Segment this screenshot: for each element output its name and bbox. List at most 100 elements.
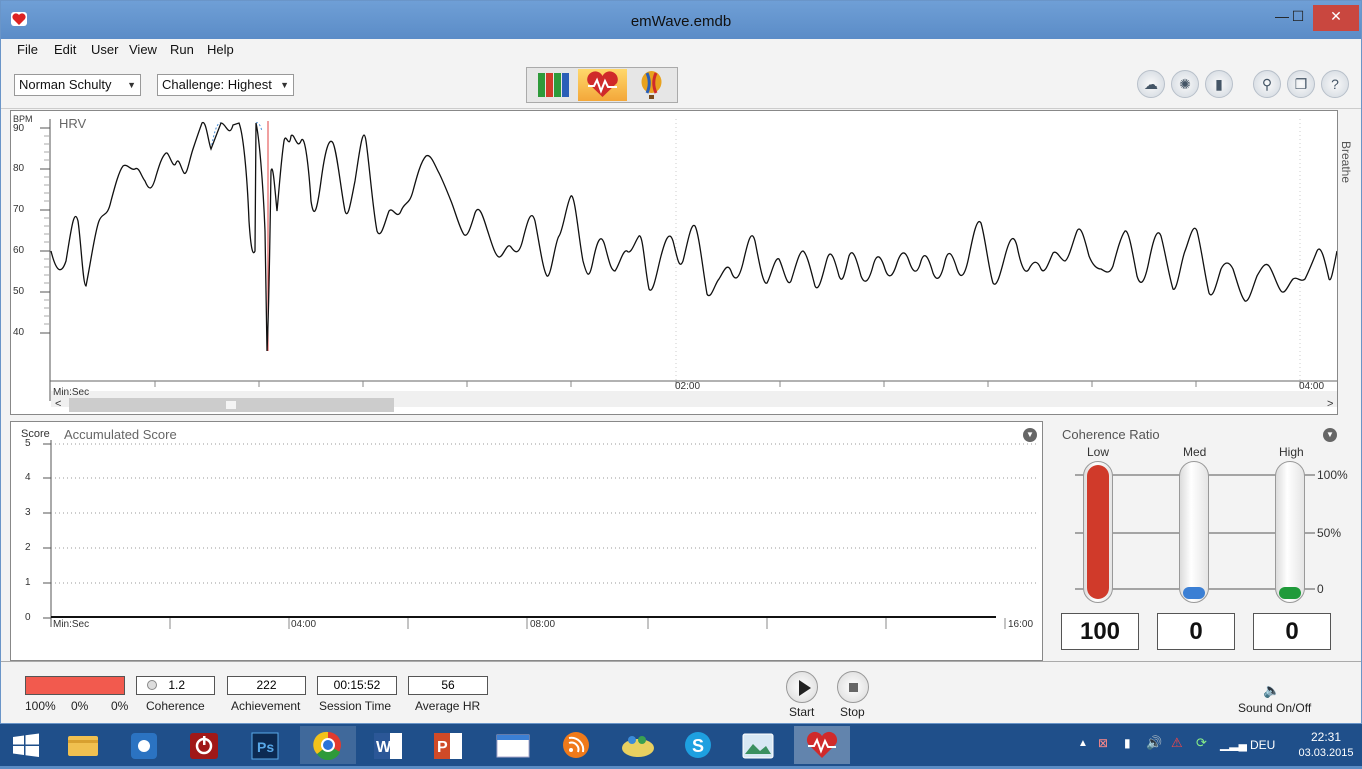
pct-low: 100% [25, 699, 56, 713]
med-tube-fill [1183, 587, 1205, 599]
hrv-xtick: 02:00 [675, 381, 701, 392]
scroll-right-icon[interactable]: > [1327, 398, 1333, 410]
coherence-dot-icon [147, 680, 157, 690]
tray-language[interactable]: DEU [1250, 738, 1275, 752]
menu-file[interactable]: File [17, 42, 38, 57]
tray-app-icon[interactable]: ⊠ [1098, 736, 1108, 750]
balloon-game-button[interactable] [627, 69, 676, 101]
close-button[interactable]: ✕ [1313, 5, 1359, 31]
file-explorer-icon[interactable] [56, 726, 112, 764]
coherence-value: 1.2 [168, 678, 186, 692]
chevron-down-icon: ▼ [280, 80, 289, 90]
achievement-value: 222 [227, 676, 306, 695]
menu-bar: File Edit User View Run Help [1, 39, 1361, 61]
pct-med: 0% [71, 699, 89, 713]
score-panel: Score Accumulated Score ▼ 5 4 3 2 1 0 Mi… [10, 421, 1043, 661]
taskbar: Ps W P S ▲ ⊠ ▮ 🔊 ⚠ ⟳ ▁▂▄ DEU 22:31 03.03… [0, 724, 1362, 766]
challenge-select[interactable]: Challenge: Highest ▼ [157, 74, 294, 96]
score-xtick: 16:00 [1008, 619, 1034, 630]
stop-button[interactable] [837, 671, 869, 703]
start-label: Start [789, 705, 815, 719]
tray-time: 22:31 [1310, 730, 1342, 744]
balloon-icon [641, 71, 662, 99]
challenge-select-value: Challenge: Highest [162, 77, 272, 92]
app-window: emWave.emdb — ☐ ✕ File Edit User View Ru… [0, 0, 1362, 724]
tray-volume-icon[interactable]: 🔊 [1146, 735, 1162, 751]
chrome-icon[interactable] [300, 726, 356, 764]
bar-chart-icon [538, 73, 569, 97]
tray-power-icon[interactable]: ▮ [1124, 736, 1131, 750]
coherence-label: Coherence [146, 699, 205, 713]
breathe-tab[interactable]: Breathe [1339, 141, 1353, 183]
status-bar: 100% 0% 0% 1.2 Coherence 222 Achievement… [1, 661, 1361, 723]
rss-reader-icon[interactable] [548, 726, 604, 764]
cloud-icon[interactable]: ☁ [1137, 70, 1165, 98]
session-time-value: 00:15:52 [317, 676, 397, 695]
scale-50: 50% [1317, 526, 1342, 540]
menu-help[interactable]: Help [207, 42, 234, 57]
word-icon[interactable]: W [360, 726, 416, 764]
tray-sync-icon[interactable]: ⟳ [1196, 735, 1207, 751]
low-tube [1083, 461, 1113, 603]
book-icon[interactable]: ❐ [1287, 70, 1315, 98]
emwave-taskbar-icon[interactable] [794, 726, 850, 764]
start-button[interactable] [786, 671, 818, 703]
settings-icon[interactable]: ✺ [1171, 70, 1199, 98]
hrv-xlabel: Min:Sec [53, 387, 90, 398]
menu-user[interactable]: User [91, 42, 118, 57]
hrv-mode-button[interactable] [578, 69, 627, 101]
skype-icon[interactable]: S [670, 726, 726, 764]
photo-viewer-icon[interactable] [730, 726, 786, 764]
window-title: emWave.emdb [630, 13, 732, 30]
hrv-panel: BPM HRV 90 80 70 60 50 40 Min:Sec 02:00 … [10, 110, 1353, 415]
stop-label: Stop [840, 705, 865, 719]
journal-icon[interactable]: ▮ [1205, 70, 1233, 98]
med-tube [1179, 461, 1209, 603]
tray-expand-icon[interactable]: ▲ [1078, 738, 1088, 749]
high-tube-fill [1279, 587, 1301, 599]
heart-wave-icon [587, 71, 618, 97]
windows-start-icon[interactable] [0, 726, 56, 764]
help-icon[interactable]: ? [1321, 70, 1349, 98]
bar-chart-mode-button[interactable] [529, 69, 578, 101]
scroll-left-icon[interactable]: < [55, 398, 61, 410]
scale-100: 100% [1317, 468, 1348, 482]
coherence-box: 1.2 [136, 676, 215, 695]
title-bar: emWave.emdb — ☐ ✕ [1, 1, 1361, 39]
menu-view[interactable]: View [129, 42, 157, 57]
powerpoint-icon[interactable]: P [420, 726, 476, 764]
pct-high: 0% [111, 699, 129, 713]
tray-network-icon[interactable]: ▁▂▄ [1220, 737, 1247, 751]
play-icon [799, 680, 811, 696]
chevron-down-icon: ▼ [127, 80, 136, 90]
svg-text:W: W [376, 739, 392, 756]
low-tube-fill [1087, 465, 1109, 599]
photoshop-icon[interactable]: Ps [238, 726, 294, 764]
high-tube [1275, 461, 1305, 603]
user-select-value: Norman Schulty [19, 77, 112, 92]
svg-text:Ps: Ps [257, 739, 274, 755]
hrv-chart [40, 119, 1337, 412]
people-app-icon[interactable] [610, 726, 666, 764]
average-hr-value: 56 [408, 676, 488, 695]
coherence-level-bar [25, 676, 125, 695]
tray-clock[interactable]: 22:31 03.03.2015 [1296, 730, 1356, 759]
med-value: 0 [1157, 613, 1235, 650]
tray-acrobat-icon[interactable]: ⚠ [1171, 735, 1183, 751]
window-app-icon[interactable] [484, 726, 540, 764]
score-chart [43, 440, 1037, 629]
sound-label[interactable]: Sound On/Off [1238, 701, 1311, 715]
achievement-label: Achievement [231, 699, 301, 713]
power-app-icon[interactable] [178, 726, 234, 764]
search-icon[interactable]: ⚲ [1253, 70, 1281, 98]
menu-edit[interactable]: Edit [54, 42, 76, 57]
control-panel-icon[interactable] [118, 726, 174, 764]
user-select[interactable]: Norman Schulty ▼ [14, 74, 141, 96]
average-hr-label: Average HR [415, 699, 481, 713]
menu-run[interactable]: Run [170, 42, 194, 57]
session-time-label: Session Time [319, 699, 392, 713]
svg-text:S: S [692, 736, 704, 756]
speaker-icon[interactable]: 🔈 [1263, 682, 1280, 699]
svg-text:P: P [437, 739, 448, 756]
maximize-button[interactable]: ☐ [1285, 5, 1311, 31]
